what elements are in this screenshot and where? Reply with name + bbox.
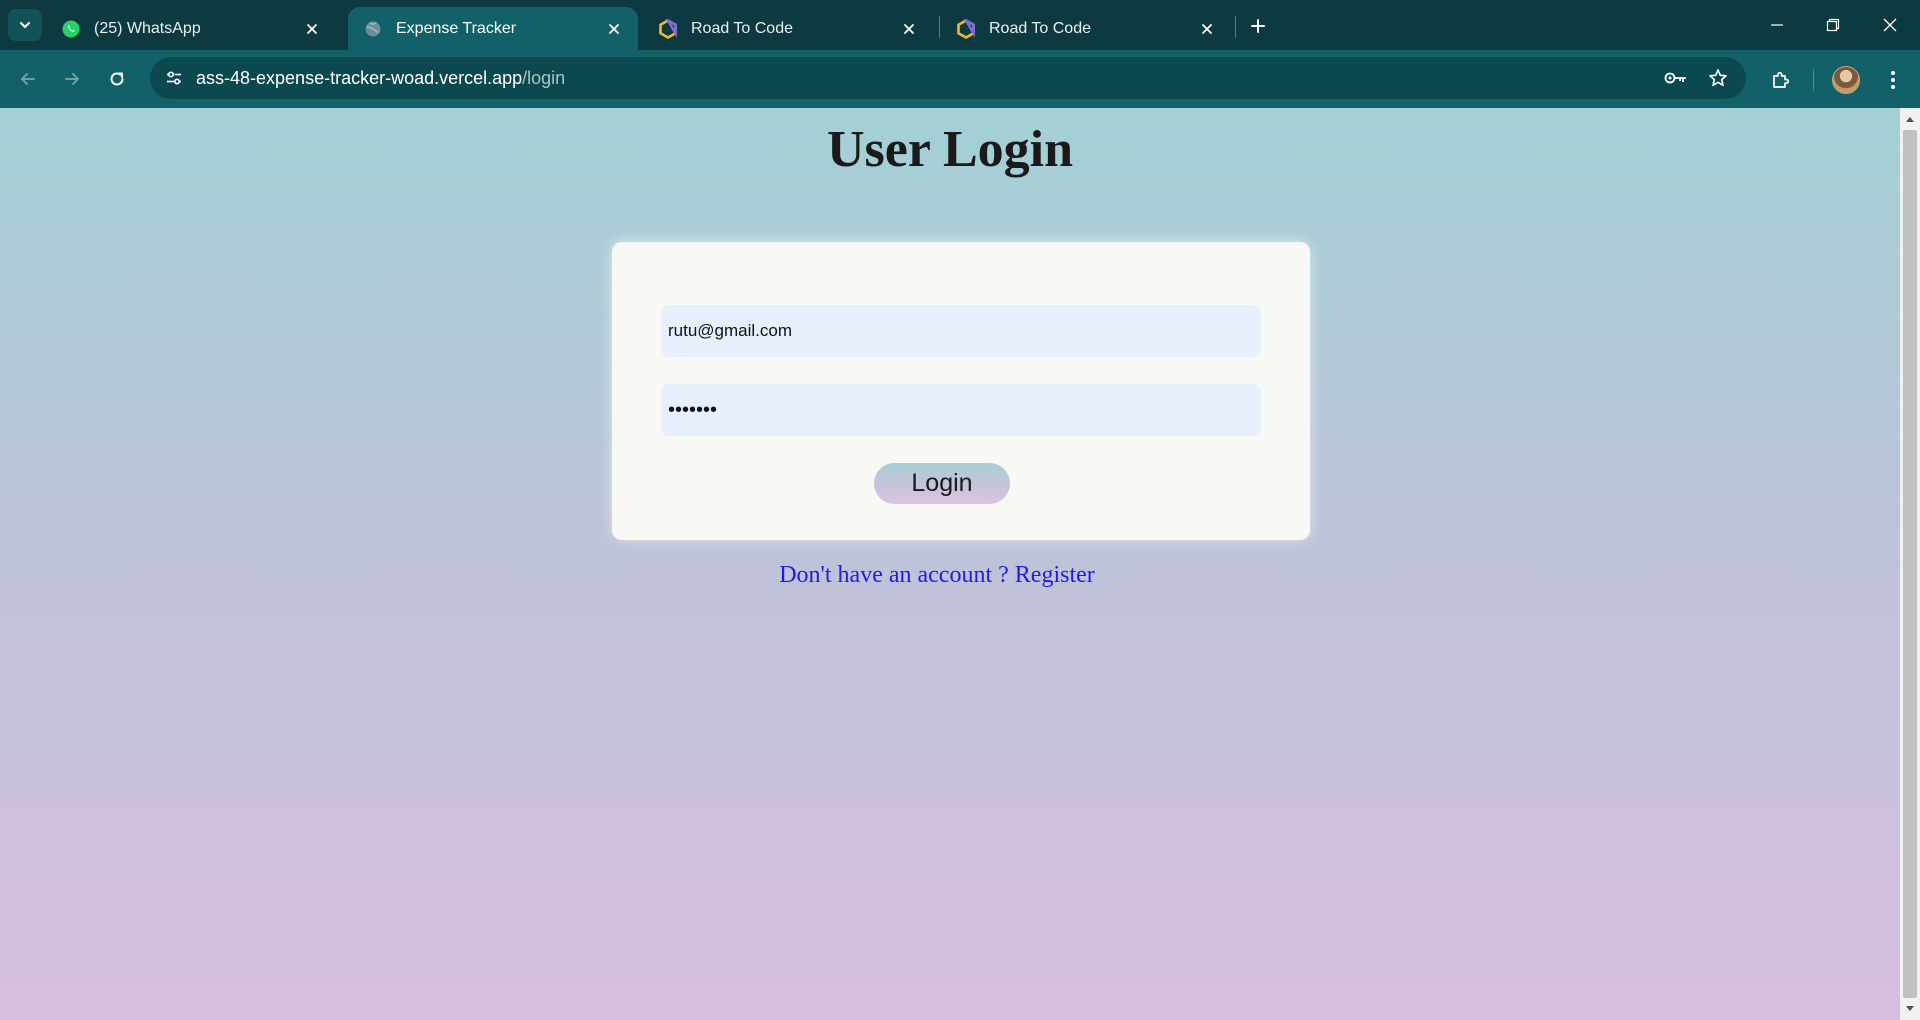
close-window-button[interactable]	[1862, 0, 1918, 50]
password-field[interactable]	[661, 384, 1261, 436]
whatsapp-icon	[60, 18, 82, 40]
page-title: User Login	[826, 121, 1074, 178]
tab-separator	[1235, 16, 1236, 38]
password-key-button[interactable]	[1660, 62, 1692, 94]
tab-title: Road To Code	[989, 19, 1091, 37]
bookmark-button[interactable]	[1702, 62, 1734, 94]
tab-separator	[939, 16, 940, 38]
back-button[interactable]	[12, 63, 44, 95]
hexagon-logo-icon	[657, 18, 679, 40]
scroll-thumb[interactable]	[1903, 130, 1917, 998]
globe-icon	[362, 18, 384, 40]
browser-toolbar: ass-48-expense-tracker-woad.vercel.app/l…	[0, 50, 1920, 108]
address-bar[interactable]: ass-48-expense-tracker-woad.vercel.app/l…	[150, 57, 1746, 99]
more-vert-icon	[1891, 71, 1895, 89]
toolbar-separator	[1813, 69, 1814, 91]
tab-road-to-code[interactable]: Road To Code	[643, 7, 933, 50]
tab-title: Expense Tracker	[396, 19, 517, 37]
minimize-button[interactable]	[1749, 0, 1805, 50]
menu-button[interactable]	[1876, 63, 1910, 97]
key-icon	[1664, 72, 1686, 84]
forward-button[interactable]	[56, 63, 88, 95]
restore-button[interactable]	[1805, 0, 1861, 50]
new-tab-button[interactable]	[1242, 10, 1274, 42]
chevron-down-icon	[20, 22, 30, 29]
tab-title: (25) WhatsApp	[94, 19, 201, 37]
star-icon	[1709, 69, 1727, 87]
page-content: User Login Login Don't have an account ?…	[0, 108, 1900, 1020]
login-button[interactable]: Login	[874, 463, 1010, 504]
register-link[interactable]: Don't have an account ? Register	[0, 562, 1874, 589]
scroll-up-arrow-icon[interactable]	[1904, 113, 1916, 125]
extensions-button[interactable]	[1764, 63, 1798, 97]
tab-expense-tracker[interactable]: Expense Tracker	[348, 7, 638, 50]
close-icon[interactable]	[600, 15, 628, 43]
reload-button[interactable]	[101, 63, 133, 95]
email-field[interactable]	[661, 305, 1261, 357]
profile-button[interactable]	[1829, 63, 1863, 97]
avatar	[1832, 66, 1860, 94]
puzzle-icon	[1773, 71, 1790, 88]
close-icon[interactable]	[1193, 15, 1221, 43]
tab-title: Road To Code	[691, 19, 793, 37]
arrow-left-icon	[21, 73, 35, 85]
tab-strip: (25) WhatsApp Expense Tracker Road To Co…	[0, 0, 1920, 50]
plus-icon	[1251, 19, 1265, 33]
reload-icon	[110, 72, 124, 86]
login-card: Login	[612, 242, 1310, 540]
arrow-right-icon	[65, 73, 79, 85]
tune-icon	[167, 71, 181, 85]
vertical-scrollbar[interactable]	[1900, 108, 1920, 1020]
url-text[interactable]: ass-48-expense-tracker-woad.vercel.app/l…	[196, 68, 565, 89]
close-icon[interactable]	[895, 15, 923, 43]
scroll-down-arrow-icon[interactable]	[1904, 1003, 1916, 1015]
restore-icon	[1826, 18, 1840, 32]
site-info-button[interactable]	[158, 62, 190, 94]
close-icon[interactable]	[298, 15, 326, 43]
tab-whatsapp[interactable]: (25) WhatsApp	[46, 7, 336, 50]
close-icon	[1883, 18, 1897, 32]
minimize-icon	[1771, 24, 1783, 26]
url-path: /login	[522, 68, 566, 88]
tab-road-to-code-2[interactable]: Road To Code	[941, 7, 1231, 50]
url-host: ass-48-expense-tracker-woad.vercel.app	[196, 68, 523, 88]
hexagon-logo-icon	[955, 18, 977, 40]
tab-search-button[interactable]	[8, 9, 42, 41]
